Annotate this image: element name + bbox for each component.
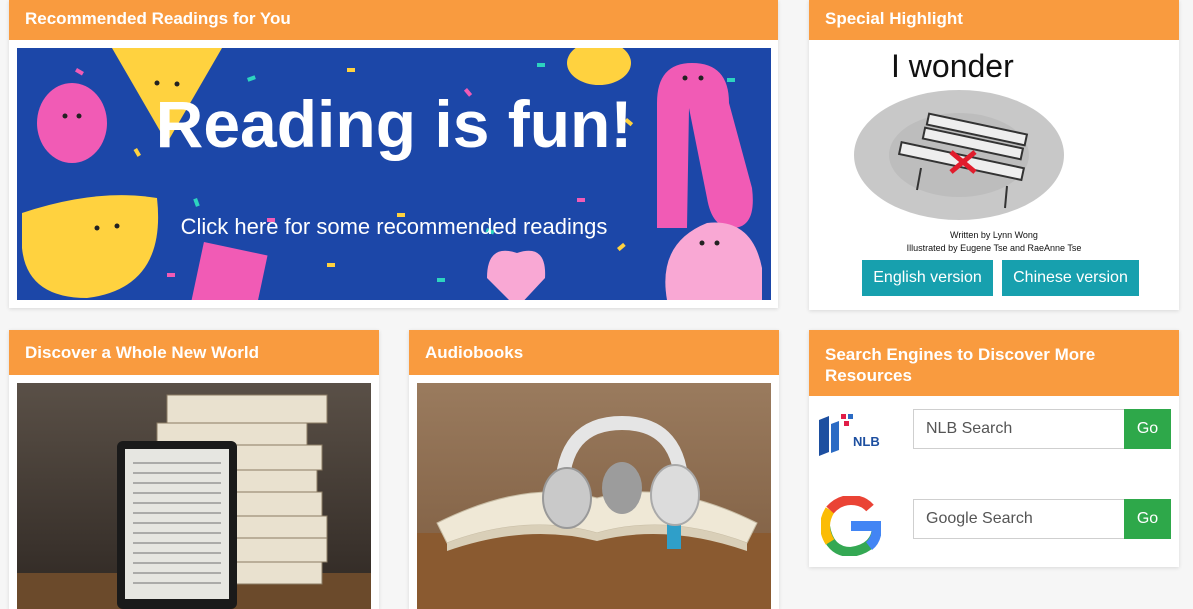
search-engines-title: Search Engines to Discover More Resource… [809, 330, 1179, 396]
search-engines-card: Search Engines to Discover More Resource… [809, 330, 1179, 567]
banner-subtext: Click here for some recommended readings [180, 214, 608, 239]
discover-card: Discover a Whole New World [9, 330, 379, 609]
google-logo-icon [819, 494, 883, 558]
recommended-readings-card: Recommended Readings for You Reading is … [9, 0, 778, 308]
google-search-input[interactable] [913, 499, 1125, 539]
ereader-books-image[interactable] [17, 383, 371, 609]
nlb-logo: NLB [817, 412, 881, 462]
audiobooks-image[interactable] [417, 383, 771, 609]
special-highlight-title: Special Highlight [809, 0, 1179, 40]
nlb-go-button[interactable]: Go [1124, 409, 1171, 449]
audiobooks-title: Audiobooks [409, 330, 779, 375]
google-go-button[interactable]: Go [1124, 499, 1171, 539]
nlb-logo-text: NLB [853, 434, 880, 449]
english-version-button[interactable]: English version [862, 260, 993, 296]
book-title: I wonder [891, 48, 1014, 84]
headphones-book-illustration [417, 415, 771, 609]
banner-headline: Reading is fun! [155, 87, 633, 161]
audiobooks-card: Audiobooks [409, 330, 779, 609]
reading-banner[interactable]: Reading is fun! Click here for some reco… [17, 48, 771, 300]
recommended-readings-title: Recommended Readings for You [9, 0, 778, 40]
discover-title: Discover a Whole New World [9, 330, 379, 375]
book-cover: I wonder Written by Lynn Wong Illustrate… [809, 40, 1179, 258]
written-by: Written by Lynn Wong [950, 230, 1038, 240]
ereader-illustration [17, 394, 371, 609]
nlb-search-input[interactable] [913, 409, 1125, 449]
illustrated-by: Illustrated by Eugene Tse and RaeAnne Ts… [906, 243, 1082, 253]
special-highlight-card: Special Highlight I wonder Written by Ly… [809, 0, 1179, 310]
google-logo [819, 494, 883, 558]
chinese-version-button[interactable]: Chinese version [1002, 260, 1139, 296]
